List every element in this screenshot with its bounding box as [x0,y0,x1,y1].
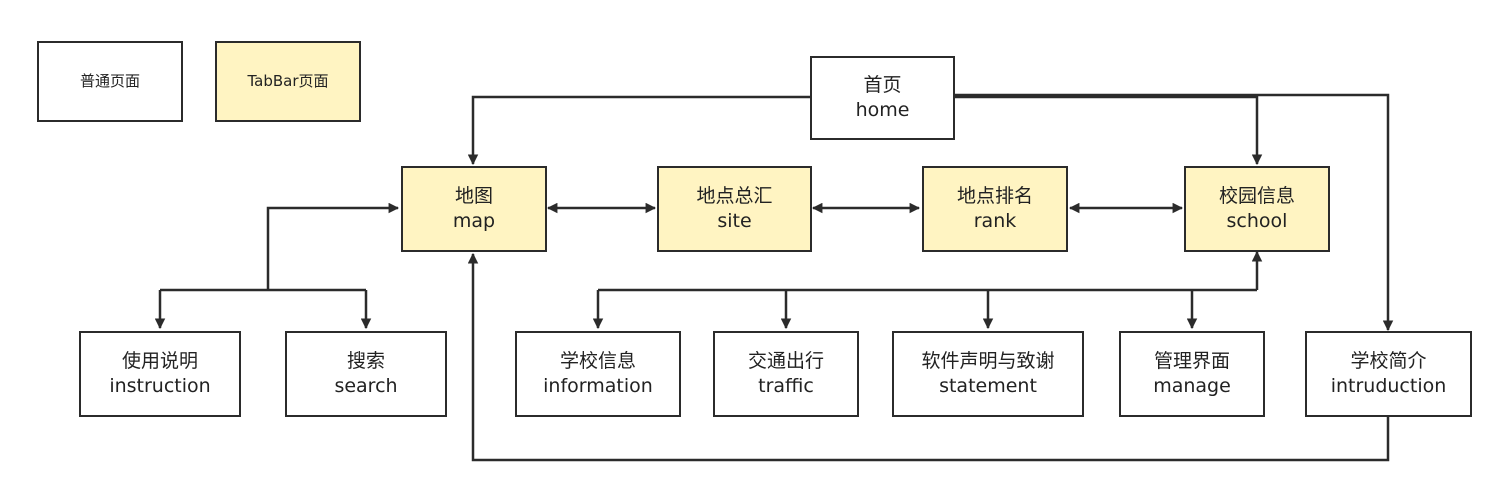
node-traffic-sub: traffic [758,375,814,397]
node-traffic: 交通出行 traffic [713,331,859,417]
node-traffic-title: 交通出行 [747,350,824,373]
node-statement-title: 软件声明与致谢 [921,350,1055,373]
node-rank: 地点排名 rank [922,166,1068,252]
node-site-sub: site [717,210,752,232]
node-school-sub: school [1226,210,1288,232]
legend-tabbar-label: TabBar页面 [247,71,329,90]
node-school: 校园信息 school [1184,166,1330,252]
node-rank-title: 地点排名 [956,185,1033,208]
node-home-sub: home [855,99,910,121]
node-intruduction-sub: intruduction [1330,375,1447,397]
legend-normal-page: 普通页面 [37,41,183,122]
node-information-sub: information [543,375,653,397]
node-home-title: 首页 [863,74,902,97]
legend-normal-label: 普通页面 [79,71,140,90]
node-instruction-sub: instruction [109,375,211,397]
edge-map-branch-trunk [266,202,400,290]
node-map-title: 地图 [454,185,493,208]
node-intruduction-title: 学校简介 [1350,350,1427,373]
node-manage-sub: manage [1153,375,1231,397]
edge-home-school [955,95,1263,166]
node-search-sub: search [334,375,398,397]
node-instruction-title: 使用说明 [121,350,198,373]
legend-tabbar-page: TabBar页面 [215,41,361,122]
node-search-title: 搜索 [346,350,385,373]
node-search: 搜索 search [285,331,447,417]
node-manage-title: 管理界面 [1153,350,1230,373]
node-manage: 管理界面 manage [1119,331,1265,417]
node-map-sub: map [452,210,496,232]
edge-home-map [467,95,810,166]
node-information: 学校信息 information [515,331,681,417]
node-information-title: 学校信息 [559,350,636,373]
node-statement-sub: statement [939,375,1037,397]
node-site-title: 地点总汇 [696,185,773,208]
node-intruduction: 学校简介 intruduction [1305,331,1472,417]
node-instruction: 使用说明 instruction [79,331,241,417]
node-school-title: 校园信息 [1218,185,1295,208]
node-statement: 软件声明与致谢 statement [892,331,1084,417]
node-map: 地图 map [401,166,547,252]
node-site: 地点总汇 site [657,166,812,252]
node-rank-sub: rank [973,210,1017,232]
node-home: 首页 home [810,56,955,140]
